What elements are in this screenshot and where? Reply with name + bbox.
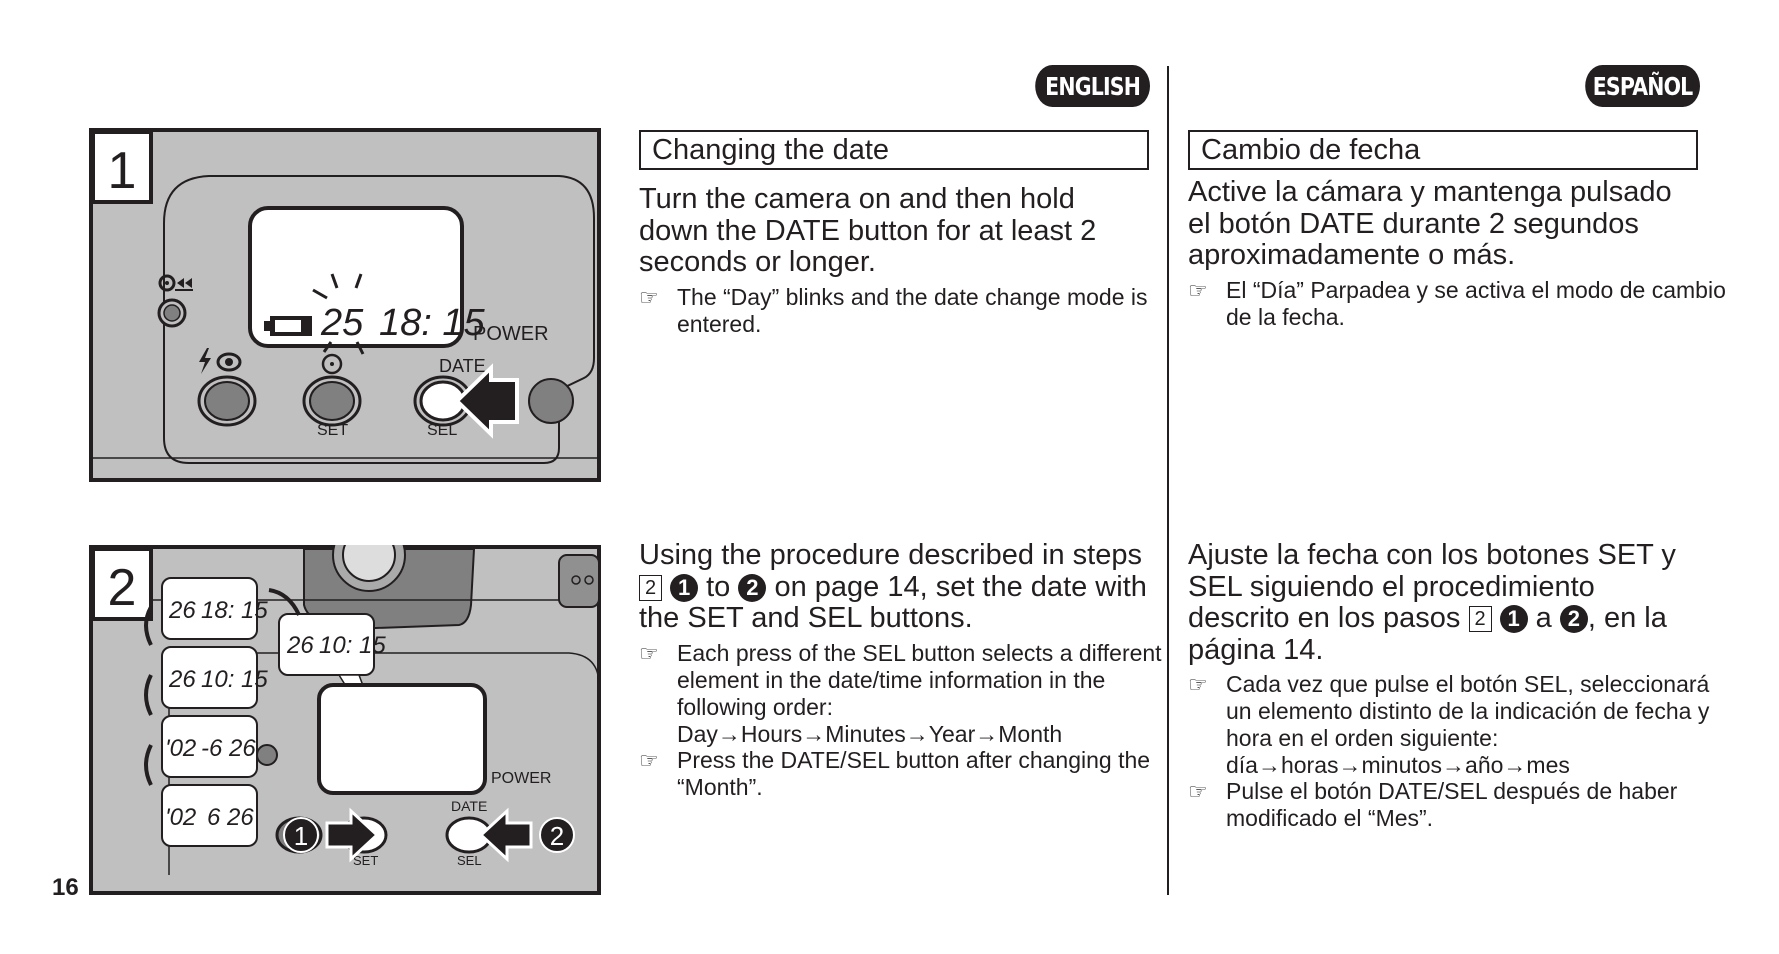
english-step1-note: ☞ The “Day” blinks and the date change m… — [639, 284, 1148, 337]
power-button — [528, 378, 574, 424]
svg-text:10: 15: 10: 15 — [319, 632, 386, 659]
date-label: DATE — [439, 356, 486, 376]
pointing-hand-icon: ☞ — [639, 285, 659, 310]
english-language-badge: ENGLISH — [1035, 65, 1150, 107]
svg-text:'02: '02 — [165, 735, 196, 762]
callout-ref-2: 2 — [1559, 605, 1588, 633]
spanish-step1-body: Active la cámara y mantenga pulsado el b… — [1188, 176, 1672, 271]
svg-text:-6 26: -6 26 — [201, 735, 256, 762]
step-2-number: 2 — [108, 559, 137, 617]
power-label: POWER — [473, 323, 549, 345]
english-step1-body: Turn the camera on and then hold down th… — [639, 183, 1097, 278]
svg-text:'02: '02 — [165, 804, 196, 831]
svg-text:26: 26 — [168, 666, 196, 693]
english-section-title: Changing the date — [639, 130, 1149, 170]
callout-ref-1: 1 — [670, 573, 699, 602]
lcd-day-digits: 25 — [320, 302, 364, 344]
english-step2-note-2: ☞ Press the DATE/SEL button after changi… — [639, 747, 1151, 800]
svg-text:26: 26 — [286, 632, 314, 659]
figure-step-1: 1 25 18: 15 DATE POWER SET SEL — [89, 128, 601, 482]
svg-text:18: 15: 18: 15 — [201, 597, 268, 624]
pointing-hand-icon: ☞ — [639, 641, 659, 666]
english-step2-body: Using the procedure described in steps 2… — [639, 539, 1147, 634]
english-step2-note-1: ☞ Each press of the SEL button selects a… — [639, 640, 1162, 747]
pointing-hand-icon: ☞ — [1188, 278, 1208, 303]
lcd-seq-minutes: 26 10: 15 — [161, 646, 268, 709]
page-number: 16 — [52, 874, 79, 901]
date-label: DATE — [451, 798, 487, 814]
lcd-time-digits: 18: 15 — [379, 302, 486, 344]
sel-label: SEL — [427, 422, 457, 439]
sel-label: SEL — [457, 853, 482, 868]
pointing-hand-icon: ☞ — [639, 748, 659, 773]
spanish-language-badge: ESPAÑOL — [1585, 65, 1700, 107]
callout-ref-2: 2 — [738, 573, 767, 602]
svg-text:2: 2 — [550, 821, 564, 851]
spanish-section-title: Cambio de fecha — [1188, 130, 1698, 170]
set-label: SET — [317, 422, 348, 439]
svg-text:1: 1 — [294, 821, 308, 851]
pointing-hand-icon: ☞ — [1188, 779, 1208, 804]
spanish-step2-body: Ajuste la fecha con los botones SET y SE… — [1188, 539, 1676, 666]
spanish-step2-note-1: ☞ Cada vez que pulse el botón SEL, selec… — [1188, 671, 1710, 778]
step-1-number: 1 — [108, 142, 137, 200]
power-label: POWER — [491, 770, 551, 787]
svg-text:26: 26 — [168, 597, 196, 624]
spanish-step2-note-2: ☞ Pulse el botón DATE/SEL después de hab… — [1188, 778, 1678, 831]
lcd-seq-month: '02 6 26 — [161, 784, 258, 847]
callout-ref-1: 1 — [1499, 605, 1528, 633]
lcd-seq-day: 26 18: 15 — [161, 577, 268, 640]
step-ref-box: 2 — [639, 574, 662, 601]
spanish-step1-note: ☞ El “Día” Parpadea y se activa el modo … — [1188, 277, 1726, 330]
lcd-seq-year: '02 -6 26 — [161, 715, 258, 778]
battery-icon — [264, 316, 312, 336]
svg-text:10: 15: 10: 15 — [201, 666, 268, 693]
pointing-hand-icon: ☞ — [1188, 672, 1208, 697]
svg-text:6 26: 6 26 — [207, 804, 254, 831]
english-order-sequence: Day→Hours→Minutes→Year→Month — [677, 721, 1063, 747]
step-ref-box: 2 — [1468, 606, 1492, 632]
spanish-order-sequence: día→horas→minutos→año→mes — [1226, 752, 1570, 778]
figure-step-2: 2 26 18: 15 26 10: 15 26 10: 15 '02 -6 2… — [89, 545, 601, 895]
